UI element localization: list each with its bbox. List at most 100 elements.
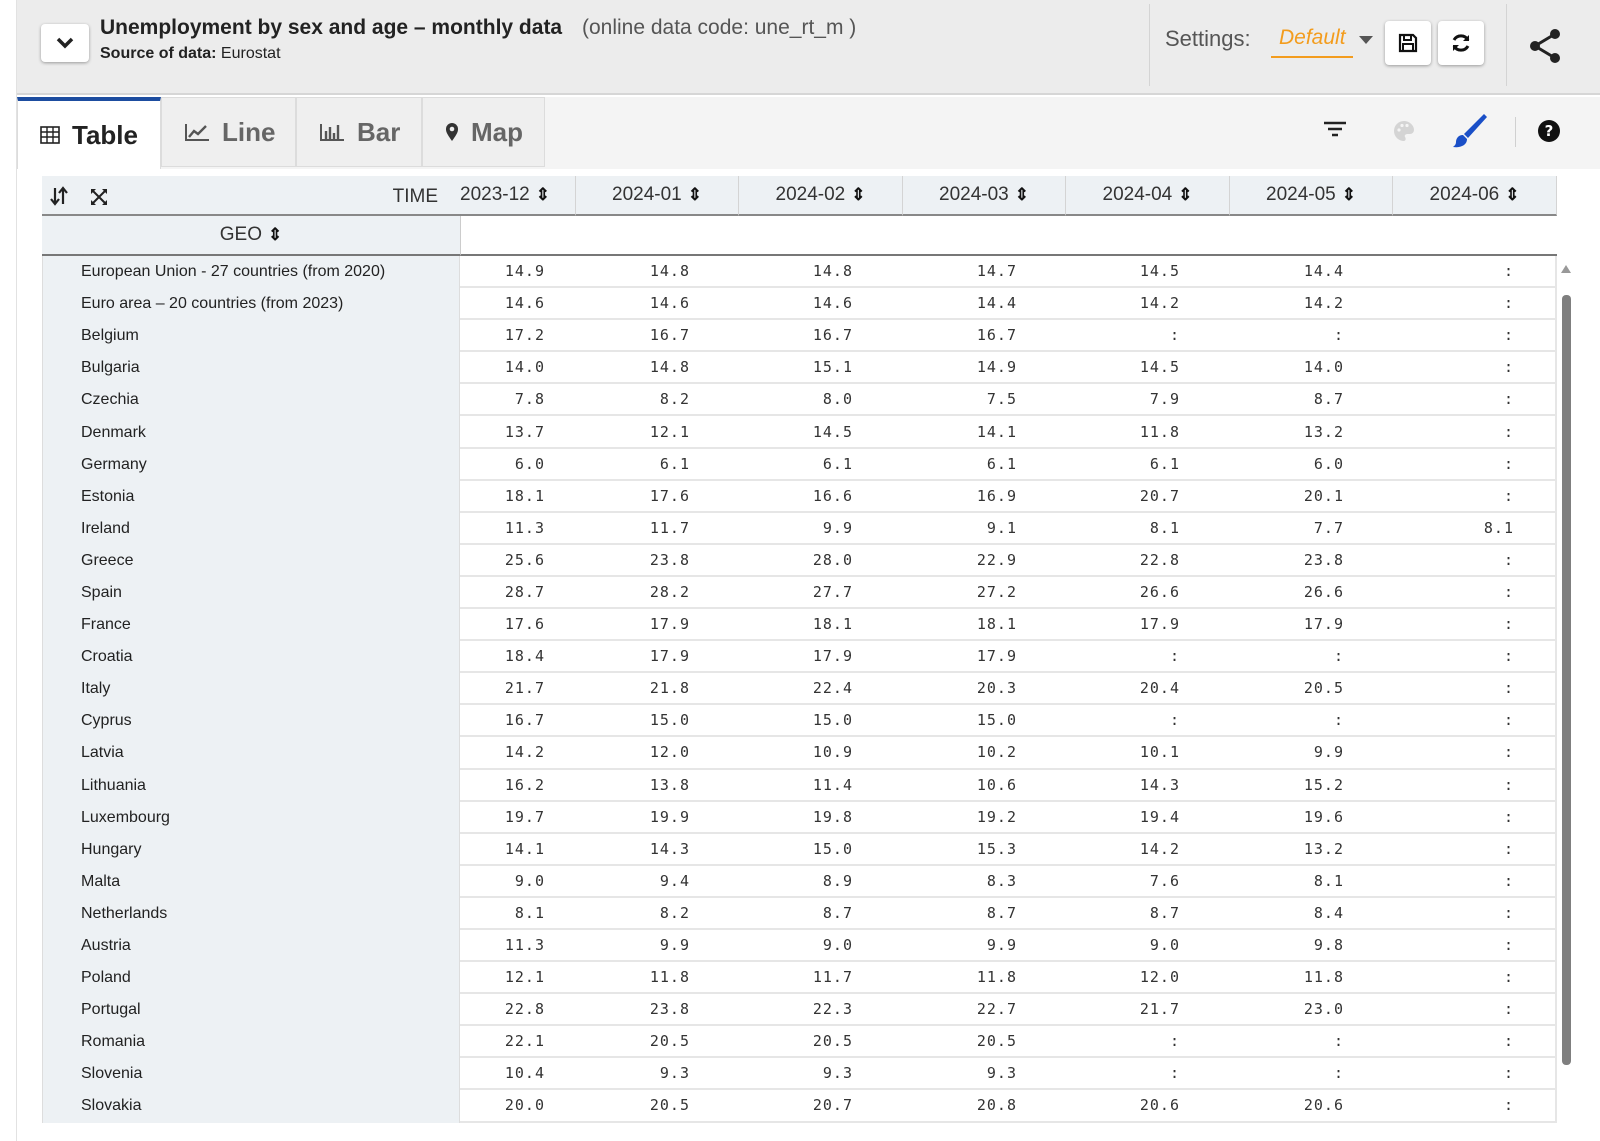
table-cell: 8.2	[659, 903, 690, 922]
share-button[interactable]	[1525, 26, 1565, 66]
table-cell: 16.9	[976, 486, 1017, 505]
table-cell: 12.1	[504, 968, 545, 987]
sort-icon[interactable]: ⇕	[851, 185, 865, 205]
geo-label[interactable]: Slovakia	[42, 1090, 460, 1123]
save-button[interactable]	[1385, 21, 1431, 65]
table-cell: 20.7	[812, 1096, 853, 1115]
geo-label[interactable]: Belgium	[42, 320, 460, 353]
geo-label[interactable]: Malta	[42, 865, 460, 898]
geo-label[interactable]: Portugal	[42, 994, 460, 1027]
row-values: 22.1 20.5 20.5 20.5:::	[460, 1026, 1557, 1059]
table-row: Greece 25.6 23.8 28.0 22.9 22.8 23.8:	[42, 544, 1557, 577]
tab-label: Line	[222, 116, 276, 147]
column-header[interactable]: 2024-01 ⇕	[576, 176, 739, 216]
palette-icon	[1394, 121, 1414, 141]
table-cell: 14.5	[1139, 262, 1180, 281]
column-header[interactable]: 2024-04 ⇕	[1066, 176, 1230, 216]
table-cell: 15.1	[812, 358, 853, 377]
table-cell: :	[1503, 454, 1514, 473]
table-cell: 14.9	[976, 358, 1017, 377]
geo-label[interactable]: Italy	[42, 673, 460, 706]
caret-down-icon[interactable]	[1359, 36, 1373, 44]
table-cell: 27.2	[976, 582, 1017, 601]
geo-label[interactable]: Ireland	[42, 512, 460, 545]
table-cell: 6.0	[1313, 454, 1344, 473]
sort-icon[interactable]: ⇕	[536, 185, 550, 205]
column-header[interactable]: 2024-06 ⇕	[1393, 176, 1557, 216]
sort-button[interactable]	[50, 186, 68, 211]
geo-label[interactable]: Czechia	[42, 384, 460, 417]
geo-label[interactable]: Luxembourg	[42, 801, 460, 834]
geo-label[interactable]: Euro area – 20 countries (from 2023)	[42, 288, 460, 321]
column-header[interactable]: 2024-05 ⇕	[1230, 176, 1393, 216]
table-cell: 11.8	[649, 968, 690, 987]
geo-label[interactable]: Bulgaria	[42, 352, 460, 385]
geo-label[interactable]: European Union - 27 countries (from 2020…	[42, 256, 460, 289]
sort-icon[interactable]: ⇕	[1015, 185, 1029, 205]
settings-label: Settings:	[1165, 26, 1251, 51]
tab-line[interactable]: Line	[161, 97, 296, 167]
table-cell: :	[1333, 1064, 1344, 1083]
table-cell: :	[1503, 679, 1514, 698]
filter-button[interactable]	[1323, 119, 1347, 139]
table-row: Romania 22.1 20.5 20.5 20.5:::	[42, 1026, 1557, 1059]
table-cell: 23.0	[1303, 1000, 1344, 1019]
sort-icon[interactable]: ⇕	[1505, 185, 1519, 205]
geo-label[interactable]: Slovenia	[42, 1058, 460, 1091]
table-cell: 14.0	[504, 358, 545, 377]
geo-label[interactable]: Germany	[42, 448, 460, 481]
geo-label[interactable]: Denmark	[42, 416, 460, 449]
tab-bar[interactable]: Bar	[296, 97, 422, 167]
table-cell: 9.9	[986, 936, 1017, 955]
brush-button[interactable]	[1450, 111, 1490, 151]
table-cell: :	[1503, 615, 1514, 634]
geo-label[interactable]: France	[42, 609, 460, 642]
view-toolbar: Table Line Bar Map ?	[17, 97, 1600, 169]
geo-label[interactable]: Latvia	[42, 737, 460, 770]
geo-label[interactable]: Spain	[42, 576, 460, 610]
table-cell: 26.6	[1303, 582, 1344, 601]
table-cell: 13.2	[1303, 422, 1344, 441]
table-cell: 13.2	[1303, 839, 1344, 858]
table-cell: 6.1	[986, 454, 1017, 473]
table-cell: :	[1503, 1032, 1514, 1051]
column-header[interactable]: 2024-02 ⇕	[739, 176, 903, 216]
settings-dropdown[interactable]: Default	[1271, 26, 1353, 58]
palette-button[interactable]	[1392, 119, 1416, 143]
scroll-thumb[interactable]	[1562, 295, 1571, 1065]
geo-label[interactable]: Greece	[42, 544, 460, 577]
tab-table[interactable]: Table	[17, 97, 161, 169]
table-row: Malta 9.0 9.4 8.9 8.3 7.6 8.1:	[42, 865, 1557, 898]
expand-button[interactable]	[90, 188, 108, 211]
table-cell: 21.8	[649, 679, 690, 698]
geo-label[interactable]: Cyprus	[42, 705, 460, 738]
table-cell: 9.9	[1313, 743, 1344, 762]
collapse-button[interactable]	[41, 24, 89, 62]
geo-label[interactable]: Estonia	[42, 480, 460, 513]
sort-icon[interactable]: ⇕	[1342, 185, 1356, 205]
geo-header[interactable]: GEO ⇕	[42, 216, 460, 256]
table-cell: 15.3	[976, 839, 1017, 858]
help-button[interactable]: ?	[1537, 119, 1561, 143]
tab-map[interactable]: Map	[422, 97, 545, 167]
sort-icon[interactable]: ⇕	[1178, 185, 1192, 205]
table-row: Spain 28.7 28.2 27.7 27.2 26.6 26.6:	[42, 576, 1557, 610]
table-cell: :	[1503, 390, 1514, 409]
scroll-up-arrow[interactable]	[1561, 265, 1571, 273]
geo-label[interactable]: Romania	[42, 1026, 460, 1059]
table-cell: 23.8	[1303, 550, 1344, 569]
geo-label[interactable]: Hungary	[42, 833, 460, 866]
vertical-scrollbar[interactable]	[1561, 265, 1571, 1141]
refresh-button[interactable]	[1438, 21, 1484, 65]
geo-label[interactable]: Lithuania	[42, 769, 460, 802]
table-cell: 16.7	[504, 711, 545, 730]
table-cell: :	[1503, 743, 1514, 762]
geo-label[interactable]: Austria	[42, 929, 460, 963]
column-header[interactable]: 2023-12 ⇕	[460, 176, 576, 216]
column-header[interactable]: 2024-03 ⇕	[903, 176, 1066, 216]
geo-label[interactable]: Poland	[42, 962, 460, 995]
geo-label[interactable]: Croatia	[42, 641, 460, 674]
geo-label[interactable]: Netherlands	[42, 897, 460, 930]
sort-icon[interactable]: ⇕	[688, 185, 702, 205]
table-cell: 6.1	[1149, 454, 1180, 473]
